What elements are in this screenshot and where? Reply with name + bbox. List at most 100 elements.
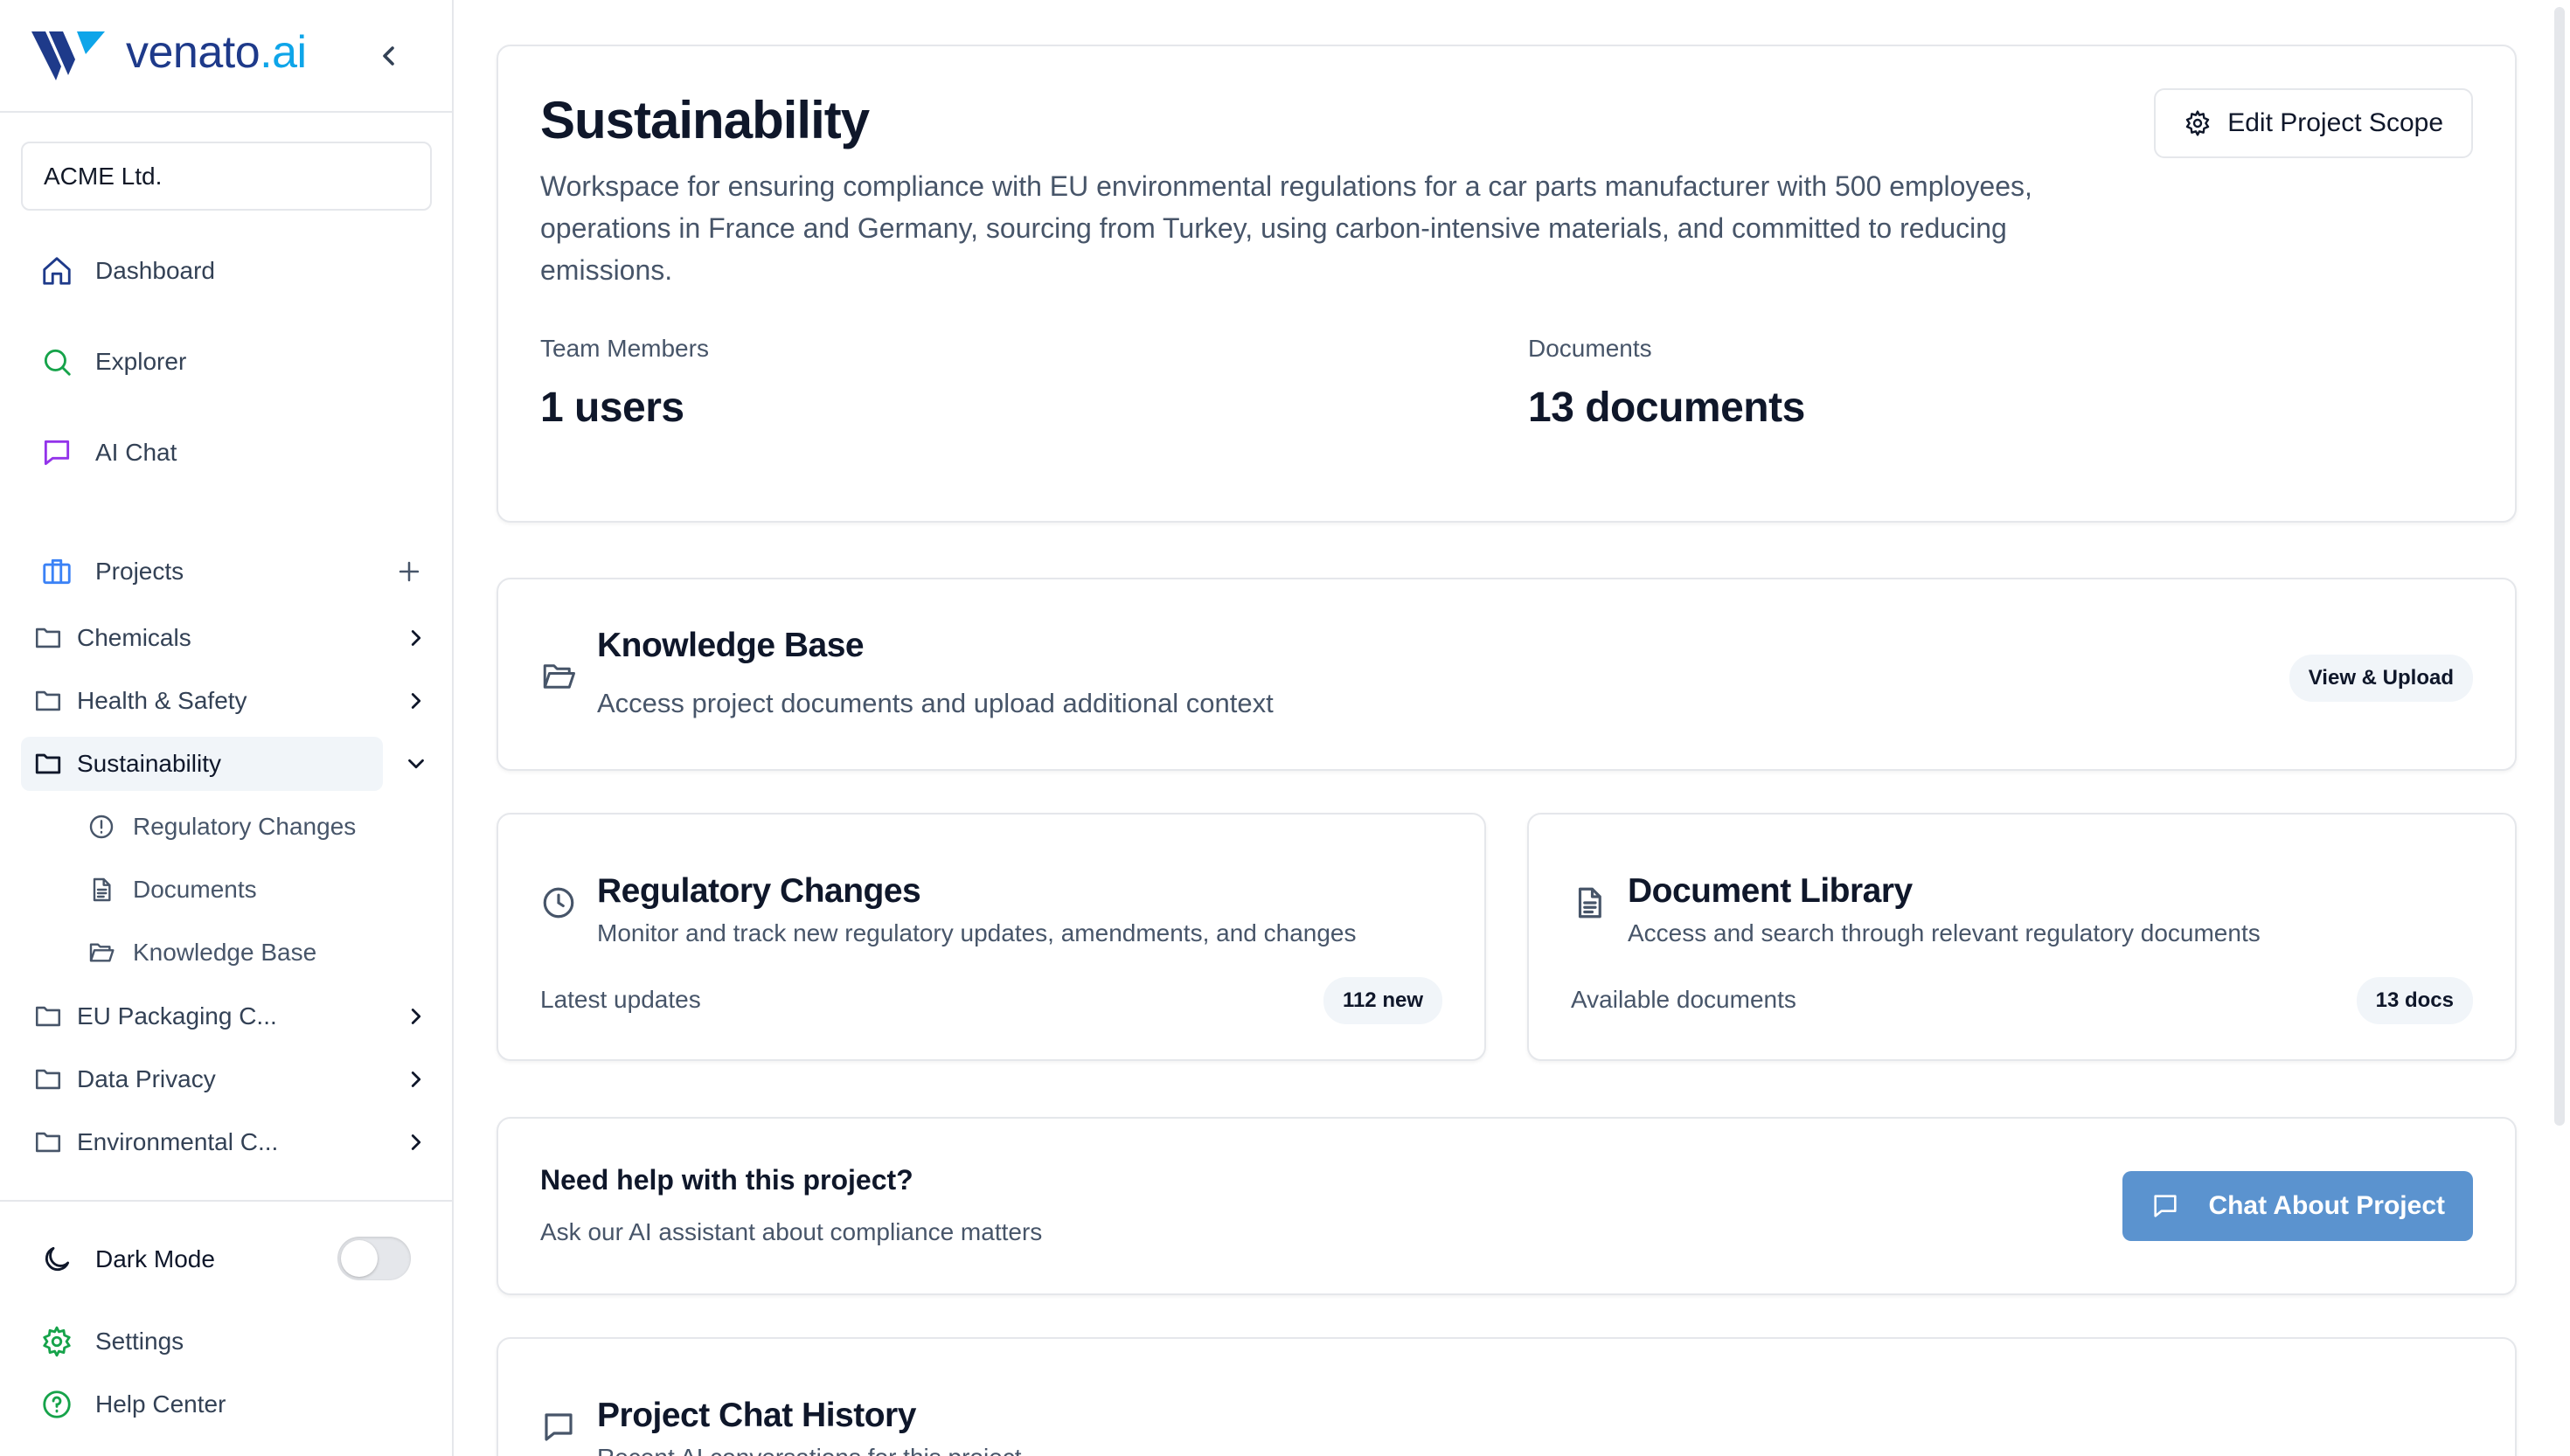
projects-header: Projects bbox=[39, 549, 424, 594]
gear-icon bbox=[2184, 108, 2213, 138]
subitem-knowledge-base[interactable]: Knowledge Base bbox=[87, 930, 316, 975]
subitem-regulatory-changes[interactable]: Regulatory Changes bbox=[87, 804, 356, 849]
new-updates-badge: 112 new bbox=[1323, 977, 1442, 1024]
available-documents-label: Available documents bbox=[1571, 986, 1796, 1013]
document-library-card[interactable]: Document Library Access and search throu… bbox=[1527, 813, 2517, 1061]
help-circle-icon bbox=[39, 1387, 74, 1422]
gear-icon bbox=[39, 1324, 74, 1359]
project-label: Health & Safety bbox=[77, 687, 247, 714]
chevron-right-icon[interactable] bbox=[400, 685, 432, 717]
documents-label: Documents bbox=[1528, 335, 1652, 362]
documents-value: 13 documents bbox=[1528, 385, 1805, 431]
chat-history-title: Project Chat History bbox=[597, 1397, 916, 1434]
knowledge-base-card[interactable]: Knowledge Base Access project documents … bbox=[497, 578, 2517, 771]
briefcase-icon bbox=[39, 554, 74, 589]
chat-icon bbox=[2150, 1190, 2182, 1222]
chat-history-subtitle: Recent AI conversations for this project bbox=[597, 1444, 1022, 1456]
project-data-privacy[interactable]: Data Privacy bbox=[21, 1052, 432, 1106]
subitem-label: Documents bbox=[133, 876, 257, 903]
home-icon bbox=[39, 253, 74, 288]
folder-icon bbox=[33, 1001, 65, 1032]
document-icon bbox=[1578, 887, 1601, 919]
main-content: Sustainability Workspace for ensuring co… bbox=[454, 0, 2570, 1456]
regulatory-changes-title: Regulatory Changes bbox=[597, 872, 921, 910]
docs-count-badge: 13 docs bbox=[2356, 977, 2473, 1024]
project-sustainability[interactable]: Sustainability bbox=[21, 737, 424, 791]
document-library-subtitle: Access and search through relevant regul… bbox=[1628, 919, 2261, 946]
help-center-label: Help Center bbox=[95, 1390, 226, 1418]
team-members-value: 1 users bbox=[540, 385, 684, 431]
team-members-label: Team Members bbox=[540, 335, 709, 362]
nav-ai-chat[interactable]: AI Chat bbox=[39, 430, 177, 475]
help-card: Need help with this project? Ask our AI … bbox=[497, 1117, 2517, 1295]
chevron-right-icon[interactable] bbox=[400, 1001, 432, 1032]
folder-icon bbox=[33, 685, 65, 717]
chevron-right-icon[interactable] bbox=[400, 1064, 432, 1095]
nav-help-center[interactable]: Help Center bbox=[39, 1382, 226, 1427]
search-icon bbox=[39, 344, 74, 379]
project-label: EU Packaging C... bbox=[77, 1002, 277, 1030]
view-upload-button[interactable]: View & Upload bbox=[2289, 655, 2473, 702]
brand-header: venato.ai bbox=[0, 0, 452, 113]
nav-explorer-label: Explorer bbox=[95, 348, 187, 375]
project-health-safety[interactable]: Health & Safety bbox=[21, 674, 432, 728]
sidebar-footer: Dark Mode Settings Help Center bbox=[0, 1200, 452, 1456]
projects-label: Projects bbox=[95, 558, 184, 585]
subitem-documents[interactable]: Documents bbox=[87, 867, 257, 912]
toggle-knob bbox=[341, 1240, 378, 1277]
folder-open-icon bbox=[543, 664, 575, 689]
nav-dashboard[interactable]: Dashboard bbox=[39, 248, 215, 294]
subitem-label: Knowledge Base bbox=[133, 939, 317, 966]
regulatory-changes-subtitle: Monitor and track new regulatory updates… bbox=[597, 919, 1357, 946]
page-title: Sustainability bbox=[540, 91, 870, 149]
nav-dashboard-label: Dashboard bbox=[95, 257, 215, 284]
chat-history-card[interactable]: Project Chat History Recent AI conversat… bbox=[497, 1337, 2517, 1456]
chevron-right-icon[interactable] bbox=[400, 1127, 432, 1158]
nav-explorer[interactable]: Explorer bbox=[39, 339, 186, 385]
dark-mode-label: Dark Mode bbox=[95, 1245, 215, 1272]
document-icon bbox=[87, 875, 117, 905]
moon-icon bbox=[39, 1242, 74, 1277]
regulatory-changes-card[interactable]: Regulatory Changes Monitor and track new… bbox=[497, 813, 1486, 1061]
dark-mode-toggle[interactable] bbox=[337, 1237, 411, 1280]
project-label: Sustainability bbox=[77, 750, 221, 777]
chat-about-project-label: Chat About Project bbox=[2208, 1191, 2445, 1220]
project-description: Workspace for ensuring compliance with E… bbox=[540, 170, 2032, 286]
dark-mode-row: Dark Mode bbox=[39, 1237, 215, 1282]
brand-name[interactable]: venato.ai bbox=[126, 26, 307, 79]
folder-icon bbox=[33, 748, 65, 780]
help-title: Need help with this project? bbox=[540, 1164, 913, 1196]
folder-icon bbox=[33, 1127, 65, 1158]
chevron-right-icon[interactable] bbox=[400, 622, 432, 654]
edit-project-scope-button[interactable]: Edit Project Scope bbox=[2154, 88, 2473, 158]
chat-icon bbox=[39, 435, 74, 470]
sidebar: venato.ai ACME Ltd. Dashboard Explorer A… bbox=[0, 0, 454, 1456]
scrollbar[interactable] bbox=[2554, 7, 2565, 1126]
knowledge-base-subtitle: Access project documents and upload addi… bbox=[597, 688, 1274, 718]
project-environmental[interactable]: Environmental C... bbox=[21, 1115, 432, 1169]
chat-icon bbox=[545, 1413, 573, 1441]
project-chemicals[interactable]: Chemicals bbox=[21, 611, 432, 665]
project-label: Data Privacy bbox=[77, 1065, 216, 1092]
folder-icon bbox=[33, 1064, 65, 1095]
chevron-down-icon[interactable] bbox=[400, 748, 432, 780]
project-eu-packaging[interactable]: EU Packaging C... bbox=[21, 989, 432, 1043]
edit-project-scope-label: Edit Project Scope bbox=[2227, 108, 2443, 137]
document-library-title: Document Library bbox=[1628, 872, 1913, 910]
add-project-icon[interactable] bbox=[394, 557, 424, 586]
project-label: Environmental C... bbox=[77, 1128, 279, 1155]
organization-select[interactable]: ACME Ltd. bbox=[21, 142, 432, 211]
subitem-label: Regulatory Changes bbox=[133, 813, 357, 840]
folder-icon bbox=[33, 622, 65, 654]
chat-about-project-button[interactable]: Chat About Project bbox=[2122, 1171, 2473, 1241]
help-subtitle: Ask our AI assistant about compliance ma… bbox=[540, 1218, 1043, 1245]
nav-settings[interactable]: Settings bbox=[39, 1319, 184, 1364]
alert-circle-icon bbox=[87, 812, 117, 842]
project-label: Chemicals bbox=[77, 624, 191, 651]
clock-icon bbox=[543, 887, 574, 919]
latest-updates-label: Latest updates bbox=[540, 986, 701, 1013]
collapse-sidebar-icon[interactable] bbox=[374, 40, 406, 72]
settings-label: Settings bbox=[95, 1328, 184, 1355]
project-overview-card: Sustainability Workspace for ensuring co… bbox=[497, 45, 2517, 523]
knowledge-base-title: Knowledge Base bbox=[597, 627, 865, 664]
